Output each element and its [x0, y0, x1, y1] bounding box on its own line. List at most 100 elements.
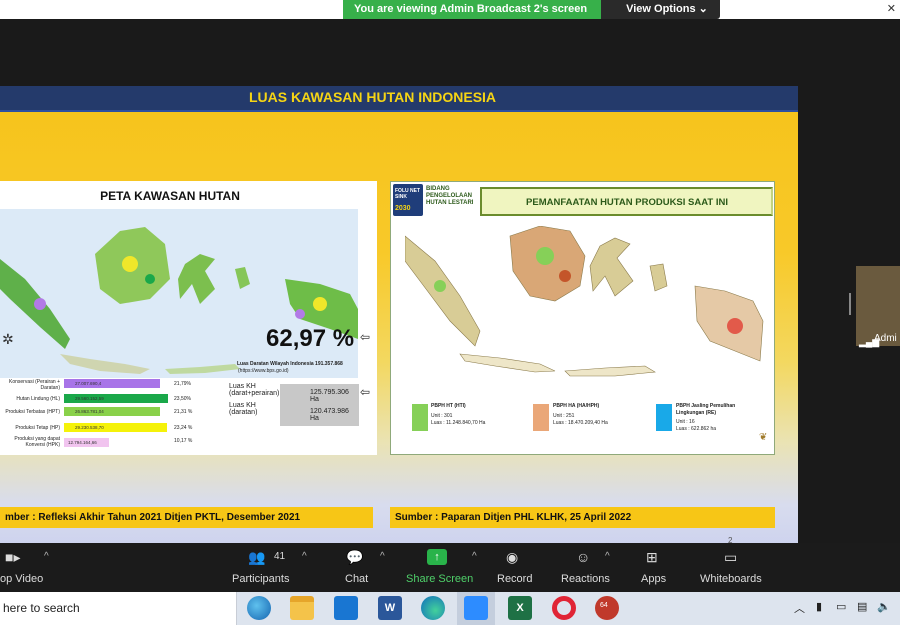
legend-value: 29.560.152,59: [75, 396, 104, 401]
whiteboards-label: Whiteboards: [700, 573, 762, 585]
chevron-up-icon[interactable]: ^: [44, 551, 49, 562]
taskbar-search-input[interactable]: here to search: [0, 592, 237, 625]
window-titlebar: You are viewing Admin Broadcast 2's scre…: [0, 0, 900, 19]
close-icon[interactable]: ✕: [887, 2, 896, 15]
map-patch-1: [122, 256, 138, 272]
map-patch-5: [295, 309, 305, 319]
legend-value: 12.794.164,66: [68, 440, 97, 445]
record-label: Record: [497, 573, 533, 585]
whiteboards-button[interactable]: ▭ Whiteboards: [697, 543, 767, 592]
chevron-up-icon[interactable]: ^: [302, 551, 307, 562]
map-patch-3: [727, 318, 743, 334]
sulawesi: [589, 237, 634, 297]
java: [459, 353, 556, 373]
chevron-up-icon[interactable]: ^: [380, 551, 385, 562]
source-right: Sumber : Paparan Ditjen PHL KLHK, 25 Apr…: [390, 507, 775, 528]
right-panel-header: PEMANFAATAN HUTAN PRODUKSI SAAT INI: [480, 187, 773, 216]
file-explorer-icon[interactable]: [290, 596, 314, 620]
smile-icon: ☺: [576, 549, 591, 565]
display-icon[interactable]: ▭: [836, 600, 846, 613]
chevron-up-icon[interactable]: ^: [605, 551, 610, 562]
legend-pct: 23,24 %: [174, 425, 193, 431]
viewing-banner-text: You are viewing Admin Broadcast 2's scre…: [343, 0, 602, 19]
view-options-button[interactable]: View Options ⌄: [601, 0, 720, 19]
legend-value: 26.863.781,04: [75, 409, 104, 414]
chat-button[interactable]: 💬 Chat: [340, 543, 380, 592]
slide-header-line: [0, 110, 798, 112]
map-patch-1: [536, 247, 554, 265]
legend-label: Hutan Lindung (HL): [16, 396, 60, 402]
word-icon[interactable]: W: [378, 596, 402, 620]
chat-label: Chat: [345, 573, 369, 585]
chevron-up-icon[interactable]: ︿: [794, 600, 805, 616]
legend-value: 29.230.538,70: [75, 425, 104, 430]
pointer-arrow-icon: ⇦: [360, 385, 371, 399]
edge-browser-icon[interactable]: [247, 596, 271, 620]
legend-pct: 10,17 %: [174, 438, 193, 444]
folu-logo: FOLU NET SINK 2030 BIDANG PENGELOLAAN HU…: [393, 184, 477, 216]
percentage-value: 62,97 %: [266, 325, 355, 352]
excel-icon[interactable]: X: [508, 596, 532, 620]
meeting-toolbar: ■▸ op Video ^ 👥 41 Participants ^ 💬 Chat…: [0, 543, 900, 592]
resize-handle[interactable]: [849, 293, 851, 315]
source-left: mber : Refleksi Akhir Tahun 2021 Ditjen …: [0, 507, 373, 528]
chevron-down-icon: ⌄: [698, 3, 708, 15]
participants-label: Participants: [232, 573, 290, 585]
volume-icon[interactable]: 🔈: [877, 600, 891, 613]
legend-pct: 21,31 %: [174, 409, 193, 415]
opera-icon[interactable]: [552, 596, 576, 620]
video-button[interactable]: ■▸ op Video: [0, 543, 60, 592]
windows-taskbar: here to search W X 64 ︿ ▮ ▭ ▤ 🔈: [0, 592, 900, 625]
map-patch-4: [145, 274, 155, 284]
right-legend-title: PBPH HA (HA/HPH): [553, 403, 600, 409]
legend-label: Produksi Terbatas (HPT): [5, 409, 60, 415]
map-patch-4: [559, 270, 571, 282]
zoom-icon[interactable]: [464, 596, 488, 620]
folu-subtext: BIDANG PENGELOLAAN HUTAN LESTARI: [426, 186, 474, 206]
right-legend-unit: Unit : 16: [676, 419, 695, 425]
folu-text: FOLU NET SINK: [395, 188, 420, 200]
participants-icon: 👥: [248, 549, 266, 565]
legend-label: Produksi yang dapat Konversi (HPK): [14, 436, 60, 448]
right-legend-box: [412, 404, 428, 431]
legend-pct: 21,79%: [174, 381, 191, 387]
usb-icon[interactable]: ▮: [816, 600, 822, 613]
map-patch-2: [434, 280, 446, 292]
map-patch-2: [34, 298, 46, 310]
right-legend-box: [533, 404, 549, 431]
edge-icon[interactable]: [421, 596, 445, 620]
right-legend-luas: Luas : 11.248.840,70 Ha: [431, 420, 486, 426]
legend-value: 27.007.690,4: [75, 381, 102, 386]
right-panel-header-text: PEMANFAATAN HUTAN PRODUKSI SAAT INI: [526, 197, 728, 208]
nusa-tenggara: [564, 365, 656, 377]
taskbar-badge: 64: [600, 602, 608, 609]
apps-button[interactable]: ⊞ Apps: [638, 543, 672, 592]
legend-label: Produksi Tetap (HP): [15, 425, 60, 431]
right-legend-luas: Luas : 622.862 ha: [676, 426, 717, 432]
record-icon: ◉: [506, 549, 519, 565]
reactions-label: Reactions: [561, 573, 610, 585]
apps-label: Apps: [641, 573, 667, 585]
record-button[interactable]: ◉ Record: [494, 543, 539, 592]
right-legend-luas: Luas : 18.470.209,40 Ha: [553, 420, 608, 426]
chevron-up-icon[interactable]: ^: [472, 551, 477, 562]
kh-label: Luas KH (daratan): [229, 402, 258, 416]
maluku: [649, 263, 668, 292]
mail-icon[interactable]: [334, 596, 358, 620]
emblem-icon: ❦: [759, 432, 768, 443]
shared-slide: LUAS KAWASAN HUTAN INDONESIA PETA KAWASA…: [0, 86, 798, 562]
participants-button[interactable]: 👥 41 Participants: [228, 543, 298, 592]
network-icon[interactable]: ▤: [857, 600, 867, 613]
slide-title: LUAS KAWASAN HUTAN INDONESIA: [248, 89, 497, 105]
kh-value: 120.473.986 Ha: [280, 403, 359, 426]
chat-icon: 💬: [346, 549, 364, 565]
participant-name: Admi: [874, 333, 897, 344]
view-options-label: View Options: [626, 3, 696, 15]
folu-year: 2030: [395, 205, 411, 212]
right-legend-unit: Unit : 251: [553, 413, 575, 419]
production-forest-map: [405, 226, 764, 377]
meeting-area: LUAS KAWASAN HUTAN INDONESIA PETA KAWASA…: [0, 19, 900, 562]
right-legend-box: [656, 404, 672, 431]
share-screen-button[interactable]: ↑ Share Screen: [403, 543, 473, 592]
participants-count: 41: [274, 551, 286, 562]
